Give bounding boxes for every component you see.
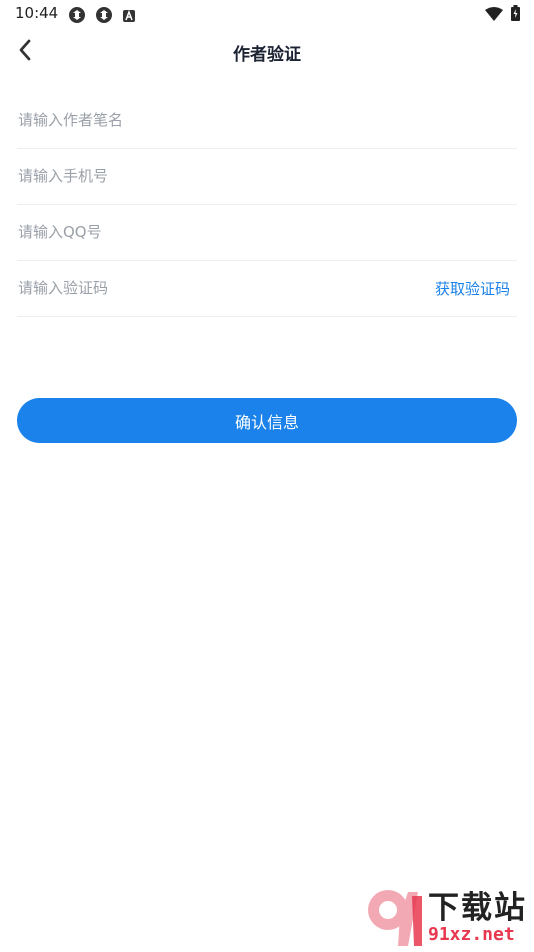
status-bar: 10:44 [0, 0, 534, 28]
pen-name-input[interactable] [18, 92, 398, 148]
verification-code-row: 获取验证码 [17, 260, 517, 317]
watermark: 下载站 91xz.net [362, 884, 534, 950]
watermark-url: 91xz.net [428, 924, 515, 945]
notification-a-icon [122, 8, 136, 27]
pen-name-row [17, 92, 517, 149]
status-time: 10:44 [15, 4, 59, 22]
sync-icon [95, 6, 113, 28]
nav-bar: 作者验证 [0, 28, 534, 76]
confirm-button[interactable]: 确认信息 [17, 398, 517, 443]
wifi-icon [485, 6, 503, 25]
status-icons-right [485, 5, 520, 25]
qq-row [17, 204, 517, 261]
sync-icon [68, 6, 86, 28]
qq-input[interactable] [18, 204, 398, 260]
phone-input[interactable] [18, 148, 398, 204]
status-icons-left [68, 6, 136, 28]
battery-icon [511, 5, 520, 25]
page-title: 作者验证 [233, 45, 301, 65]
watermark-title: 下载站 [428, 890, 527, 926]
phone-row [17, 148, 517, 205]
watermark-logo-icon [364, 886, 426, 952]
get-code-button[interactable]: 获取验证码 [435, 278, 510, 299]
verification-code-input[interactable] [18, 260, 398, 316]
